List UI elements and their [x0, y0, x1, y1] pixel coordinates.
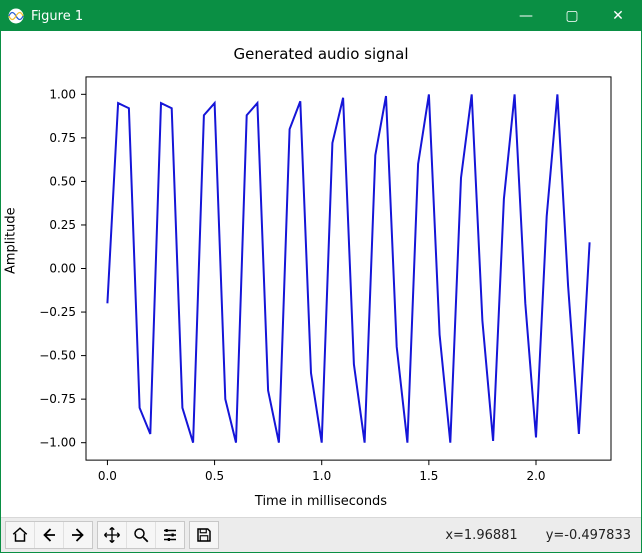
magnifier-icon [132, 526, 150, 544]
x-tick-label: 1.0 [312, 469, 331, 483]
toolbar-group-save [189, 521, 219, 549]
y-tick-label: 0.25 [49, 218, 76, 232]
cursor-coordinates: x=1.96881 y=-0.497833 [445, 528, 635, 543]
minimize-button[interactable]: — [503, 1, 549, 31]
toolbar-group-nav [5, 521, 93, 549]
y-tick-label: −0.75 [39, 392, 76, 406]
navigation-toolbar: x=1.96881 y=-0.497833 [1, 517, 641, 552]
close-button[interactable]: ✕ [595, 1, 641, 31]
save-icon [195, 526, 213, 544]
coord-x: x=1.96881 [445, 528, 517, 543]
y-tick-label: 0.00 [49, 262, 76, 276]
x-tick-label: 0.5 [205, 469, 224, 483]
x-tick-label: 0.0 [98, 469, 117, 483]
sliders-icon [161, 526, 179, 544]
y-tick-label: −1.00 [39, 436, 76, 450]
toolbar-group-view [97, 521, 185, 549]
app-icon [7, 7, 25, 25]
pan-button[interactable] [98, 522, 127, 548]
titlebar[interactable]: Figure 1 — ▢ ✕ [1, 1, 641, 31]
plot-area: 0.0 0.5 1.0 1.5 2.0 −1.00 −0.75 −0.50 −0.25 0.00 0… [1, 31, 641, 517]
window-title: Figure 1 [31, 9, 83, 24]
left-arrow-icon [40, 526, 58, 544]
right-arrow-icon [69, 526, 87, 544]
maximize-button[interactable]: ▢ [549, 1, 595, 31]
y-tick-label: 1.00 [49, 87, 76, 101]
y-tick-label: −0.25 [39, 305, 76, 319]
forward-button[interactable] [64, 522, 92, 548]
zoom-button[interactable] [127, 522, 156, 548]
y-tick-label: 0.75 [49, 131, 76, 145]
y-tick-label: 0.50 [49, 174, 76, 188]
configure-subplots-button[interactable] [156, 522, 184, 548]
chart-line-series [107, 94, 589, 442]
figure-canvas[interactable]: Generated audio signal Time in milliseco… [1, 31, 641, 517]
application-window: Figure 1 — ▢ ✕ Generated audio signal Ti… [0, 0, 642, 553]
home-icon [11, 526, 29, 544]
back-button[interactable] [35, 522, 64, 548]
minimize-icon: — [519, 8, 533, 24]
move-icon [103, 526, 121, 544]
save-button[interactable] [190, 522, 218, 548]
y-tick-label: −0.50 [39, 349, 76, 363]
x-tick-label: 1.5 [419, 469, 438, 483]
home-button[interactable] [6, 522, 35, 548]
x-tick-label: 2.0 [526, 469, 545, 483]
coord-y: y=-0.497833 [546, 528, 631, 543]
close-icon: ✕ [612, 8, 624, 24]
maximize-icon: ▢ [565, 8, 578, 24]
